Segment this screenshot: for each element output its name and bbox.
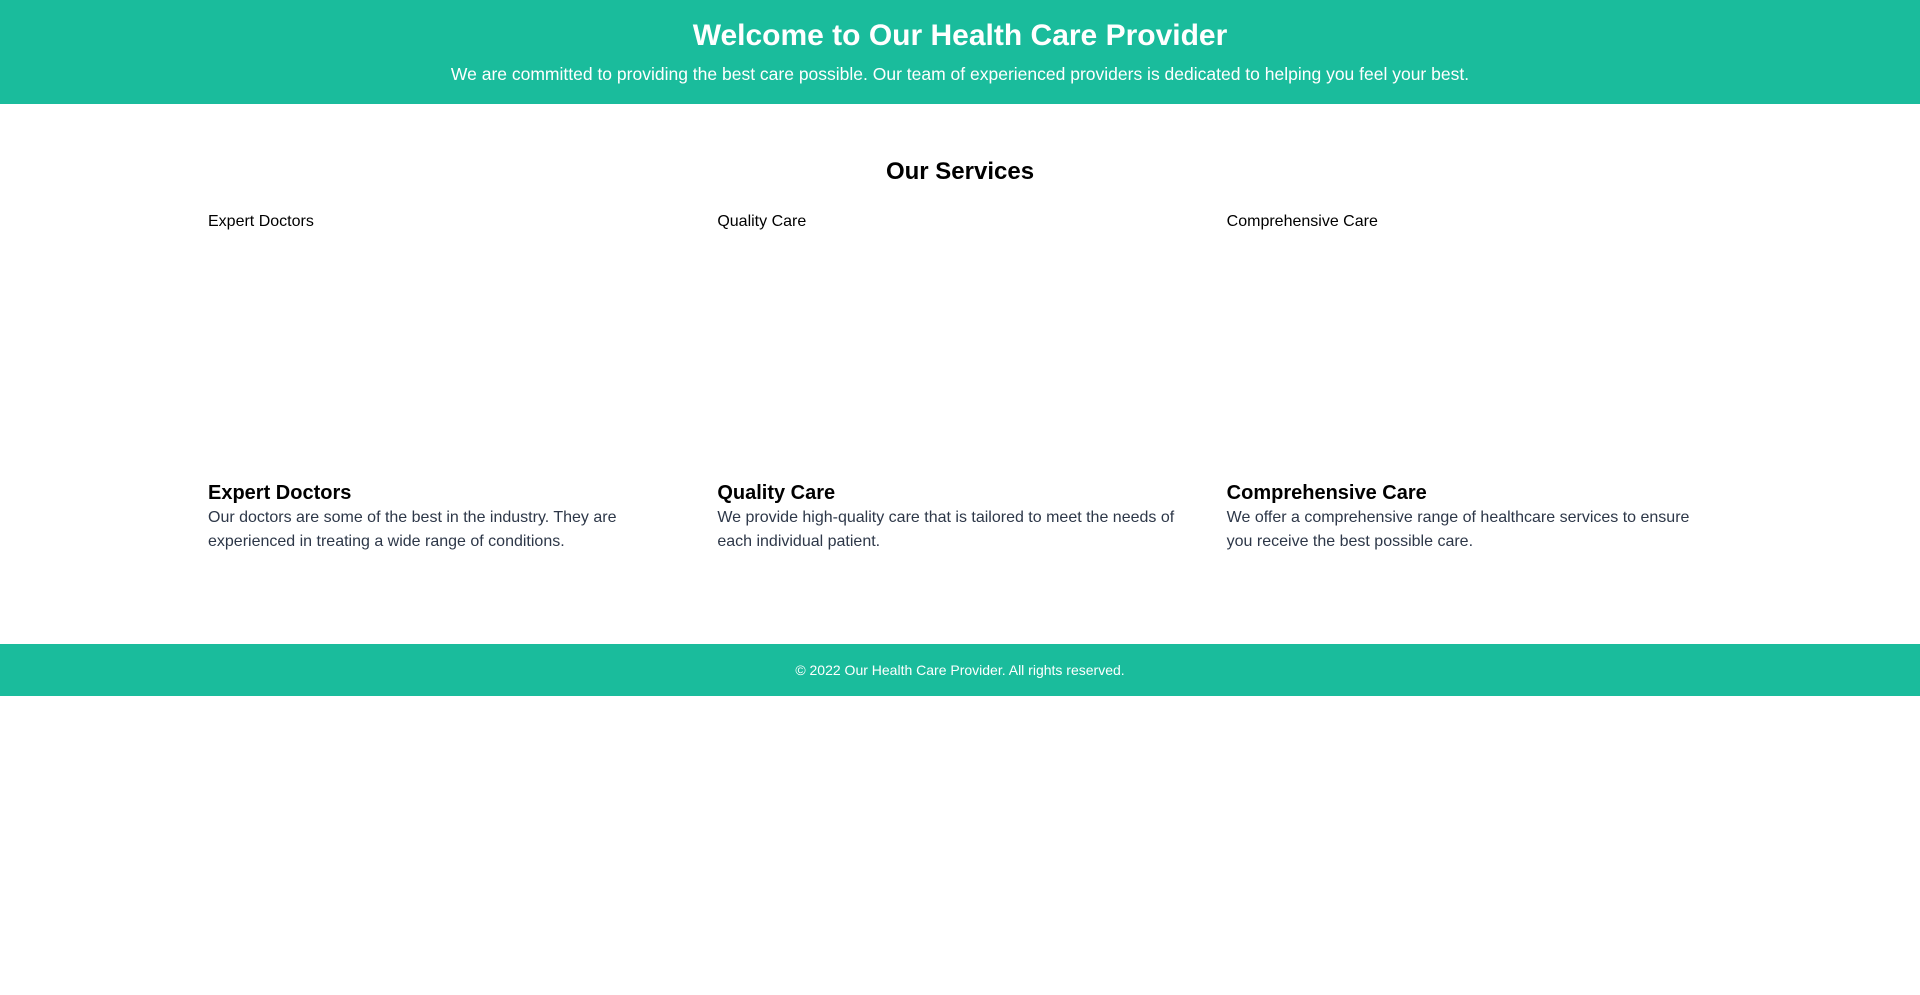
service-card-quality-care: Quality Care Quality Care We provide hig… [717,210,1202,554]
page-footer: © 2022 Our Health Care Provider. All rig… [0,644,1920,696]
page-title: Welcome to Our Health Care Provider [692,19,1228,52]
service-image-quality-care: Quality Care [717,213,807,230]
service-card-expert-doctors: Expert Doctors Expert Doctors Our doctor… [208,210,693,554]
service-description: We offer a comprehensive range of health… [1226,509,1690,550]
service-image-expert-doctors: Expert Doctors [208,213,314,230]
hero-subtitle: We are committed to providing the best c… [450,64,1470,84]
service-description: Our doctors are some of the best in the … [208,509,617,550]
services-grid: Expert Doctors Expert Doctors Our doctor… [192,210,1728,554]
hero-banner: Welcome to Our Health Care Provider We a… [0,0,1920,104]
footer-copyright: © 2022 Our Health Care Provider. All rig… [795,662,1125,678]
service-title: Expert Doctors [208,482,352,504]
service-description: We provide high-quality care that is tai… [717,509,1175,550]
service-title: Quality Care [717,482,836,504]
service-image-comprehensive-care: Comprehensive Care [1226,213,1378,230]
service-card-comprehensive-care: Comprehensive Care Comprehensive Care We… [1227,210,1712,554]
services-section: Our Services Expert Doctors Expert Docto… [192,104,1728,644]
service-title: Comprehensive Care [1226,482,1427,504]
services-heading: Our Services [885,158,1035,185]
